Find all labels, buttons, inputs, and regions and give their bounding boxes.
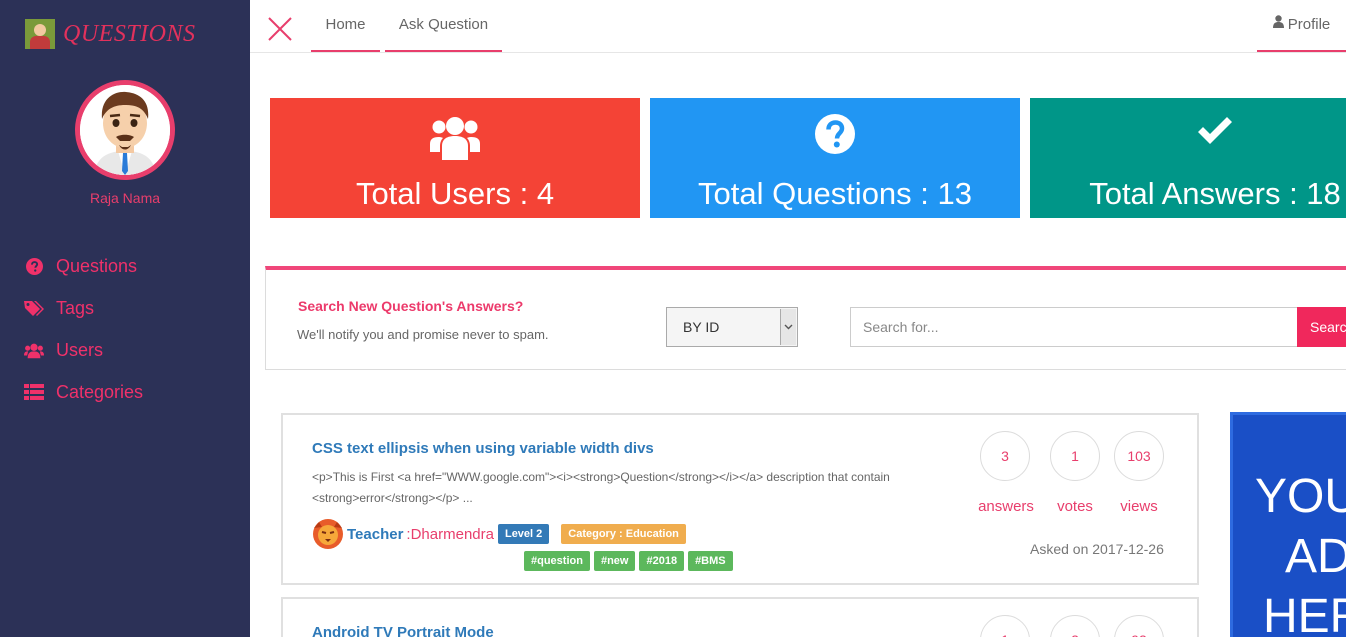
brand[interactable]: QUESTIONS bbox=[25, 19, 196, 49]
tag-badge[interactable]: #BMS bbox=[688, 551, 733, 571]
tag-badge[interactable]: #question bbox=[524, 551, 590, 571]
user-name: Raja Nama bbox=[89, 190, 161, 206]
sidebar-nav: Questions Tags Users Categories bbox=[24, 245, 143, 413]
user-icon bbox=[1272, 0, 1284, 49]
search-panel: Search New Question's Answers? We'll not… bbox=[265, 266, 1346, 370]
question-title[interactable]: Android TV Portrait Mode bbox=[312, 624, 494, 637]
chevron-down-icon bbox=[780, 309, 796, 345]
question-circle-icon bbox=[650, 114, 1020, 160]
advertisement[interactable]: YOU AD HER bbox=[1230, 412, 1346, 637]
tag-list: #question #new #2018 #BMS bbox=[524, 551, 737, 571]
votes-count: 1 bbox=[1050, 431, 1100, 481]
sidebar-item-categories[interactable]: Categories bbox=[24, 371, 143, 413]
search-type-select[interactable]: BY ID bbox=[666, 307, 798, 347]
ad-text: AD bbox=[1285, 530, 1346, 583]
total-questions-card: Total Questions : 13 bbox=[650, 98, 1020, 218]
profile-label: Profile bbox=[1287, 16, 1331, 33]
asked-date: Asked on 2017-12-26 bbox=[1030, 541, 1164, 557]
list-icon bbox=[24, 382, 44, 402]
total-users-card: Total Users : 4 bbox=[270, 98, 640, 218]
question-card: CSS text ellipsis when using variable wi… bbox=[281, 413, 1199, 585]
sidebar: QUESTIONS Raja Nama Questions Tags Users… bbox=[0, 0, 250, 637]
check-icon bbox=[1030, 114, 1346, 160]
answers-label: answers bbox=[978, 498, 1034, 515]
topbar: Home Ask Question Profile bbox=[250, 0, 1346, 53]
answers-count: 3 bbox=[980, 431, 1030, 481]
tag-badge[interactable]: #2018 bbox=[639, 551, 685, 571]
search-input[interactable] bbox=[850, 307, 1298, 347]
question-title[interactable]: CSS text ellipsis when using variable wi… bbox=[312, 440, 654, 457]
views-label: views bbox=[1120, 498, 1158, 515]
sidebar-item-label: Users bbox=[56, 339, 104, 360]
sidebar-item-label: Tags bbox=[56, 297, 95, 318]
question-card: Android TV Portrait Mode 1 2 92 bbox=[281, 597, 1199, 637]
total-users-label: Total Users : 4 bbox=[355, 176, 555, 211]
tag-badge[interactable]: #new bbox=[593, 551, 636, 571]
nav-ask-question[interactable]: Ask Question bbox=[385, 0, 502, 52]
question-author: Teacher :Dharmendra Level 2 Category : E… bbox=[312, 518, 686, 550]
question-description: <p>This is First <a href="WWW.google.com… bbox=[312, 470, 890, 505]
close-icon[interactable] bbox=[267, 16, 293, 42]
search-subtitle: We'll notify you and promise never to sp… bbox=[297, 327, 549, 342]
total-answers-label: Total Answers : 18 bbox=[1089, 176, 1341, 211]
sidebar-item-label: Questions bbox=[56, 255, 138, 276]
views-count: 103 bbox=[1114, 431, 1164, 481]
brand-logo-icon bbox=[25, 19, 55, 49]
sidebar-item-questions[interactable]: Questions bbox=[24, 245, 143, 287]
question-circle-icon bbox=[24, 256, 44, 276]
nav-home[interactable]: Home bbox=[311, 0, 380, 52]
users-icon bbox=[24, 340, 44, 360]
votes-count: 2 bbox=[1050, 615, 1100, 637]
users-icon bbox=[270, 114, 640, 160]
sidebar-item-users[interactable]: Users bbox=[24, 329, 143, 371]
brand-title: QUESTIONS bbox=[63, 20, 196, 47]
search-type-value: BY ID bbox=[683, 319, 720, 335]
sidebar-item-tags[interactable]: Tags bbox=[24, 287, 143, 329]
ad-text: YOU bbox=[1255, 470, 1346, 523]
views-count: 92 bbox=[1114, 615, 1164, 637]
nav-profile[interactable]: Profile bbox=[1257, 0, 1346, 52]
sidebar-item-label: Categories bbox=[56, 381, 144, 402]
total-answers-card: Total Answers : 18 bbox=[1030, 98, 1346, 218]
ad-text: HER bbox=[1263, 590, 1346, 637]
avatar bbox=[75, 80, 175, 180]
category-badge[interactable]: Category : Education bbox=[561, 524, 686, 544]
tags-icon bbox=[24, 298, 44, 318]
level-badge: Level 2 bbox=[497, 524, 550, 544]
total-questions-label: Total Questions : 13 bbox=[698, 176, 972, 211]
answers-count: 1 bbox=[980, 615, 1030, 637]
search-button[interactable]: Search bbox=[1297, 307, 1346, 347]
author-avatar-icon bbox=[312, 518, 344, 550]
search-title: Search New Question's Answers? bbox=[298, 298, 524, 314]
author-name[interactable]: :Dharmendra bbox=[406, 526, 494, 543]
votes-label: votes bbox=[1057, 498, 1093, 515]
author-role[interactable]: Teacher bbox=[347, 526, 403, 543]
